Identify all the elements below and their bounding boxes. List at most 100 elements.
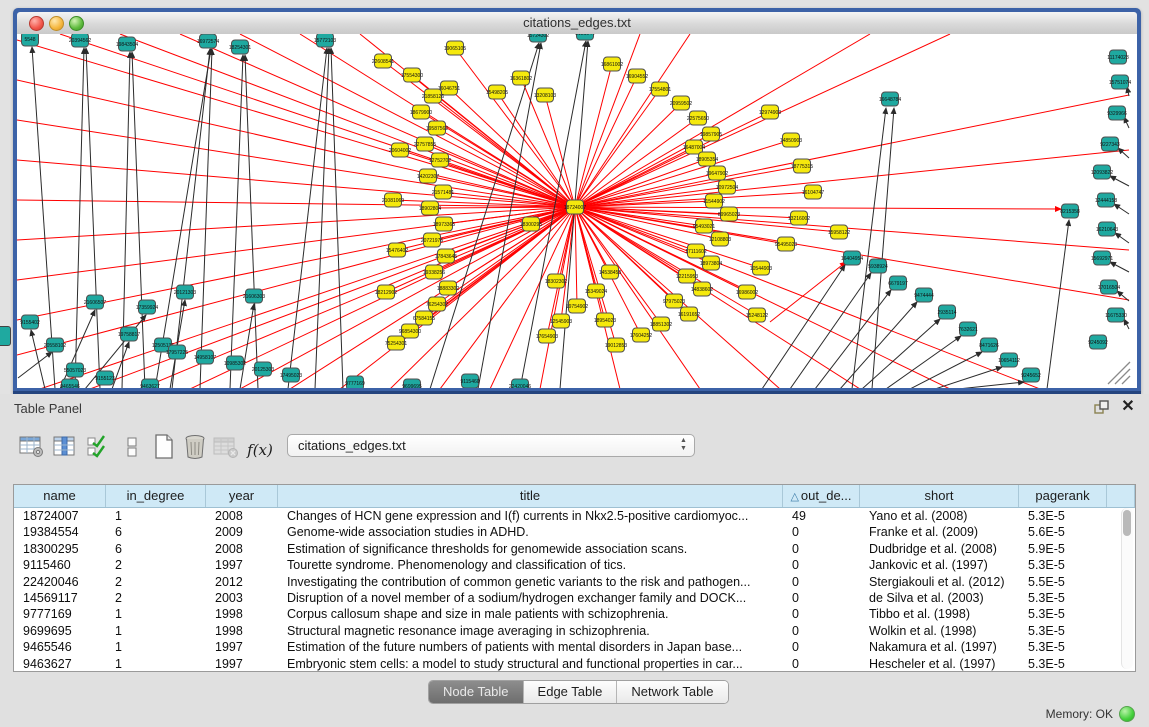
graph-node[interactable]: 21606303 <box>243 289 265 303</box>
graph-node[interactable]: 19012853 <box>605 338 627 352</box>
graph-node[interactable]: 22608541 <box>372 54 394 68</box>
table-row[interactable]: 946554611997Estimation of the future num… <box>14 639 1135 655</box>
graph-node[interactable]: 8215358 <box>1060 204 1080 218</box>
graph-node[interactable]: 20121303 <box>174 285 196 299</box>
graph-node[interactable]: 18954023 <box>594 313 616 327</box>
graph-node[interactable]: 9227343 <box>1100 137 1120 151</box>
graph-node[interactable]: 9245092 <box>1088 335 1108 349</box>
graph-node[interactable]: 21858126 <box>422 89 444 103</box>
graph-node[interactable]: 19758817 <box>118 327 140 341</box>
column-header-pagerank[interactable]: pagerank <box>1019 485 1107 507</box>
graph-node[interactable]: 17359924 <box>136 300 158 314</box>
graph-node[interactable]: 12974903 <box>759 105 781 119</box>
graph-node[interactable]: 19857905 <box>700 127 722 141</box>
graph-node[interactable]: 10654112 <box>998 353 1020 367</box>
table-row[interactable]: 911546021997Tourette syndrome. Phenomeno… <box>14 557 1135 573</box>
graph-node[interactable]: 19338256 <box>423 265 445 279</box>
graph-node[interactable]: 9115460 <box>460 374 479 388</box>
graph-node[interactable]: 67584155 <box>413 311 435 325</box>
graph-node[interactable]: 21606507 <box>84 295 106 309</box>
graph-node[interactable]: 9155402 <box>20 315 40 329</box>
table-scrollbar[interactable] <box>1121 508 1133 669</box>
graph-node[interactable]: 95493021 <box>693 219 715 233</box>
column-visibility-button[interactable] <box>51 432 79 462</box>
graph-node[interactable]: 11675330 <box>1105 308 1127 322</box>
table-row[interactable]: 1456911722003Disruption of a novel membe… <box>14 590 1135 606</box>
graph-node[interactable]: 9245652 <box>1021 368 1041 382</box>
graph-node[interactable]: 15751074 <box>1109 75 1131 89</box>
graph-node[interactable]: 12545903 <box>550 314 572 328</box>
graph-node[interactable]: 12444158 <box>1095 193 1117 207</box>
delete-table-button[interactable] <box>212 432 240 462</box>
delete-columns-button[interactable] <box>181 432 209 462</box>
graph-node[interactable]: 20394562 <box>69 34 91 47</box>
graph-node[interactable]: 12752702 <box>429 153 451 167</box>
graph-node[interactable]: 10544903 <box>750 261 772 275</box>
graph-node[interactable]: 15476402 <box>386 243 408 257</box>
graph-node[interactable]: 16861002 <box>601 57 623 71</box>
graph-node[interactable]: 10972504 <box>716 180 738 194</box>
graph-node[interactable]: 18775315 <box>791 159 813 173</box>
graph-node[interactable]: 11544902 <box>703 194 725 208</box>
graph-node[interactable]: 17843645 <box>435 249 457 263</box>
graph-node[interactable]: 16361802 <box>510 71 532 85</box>
new-column-button[interactable] <box>150 432 178 462</box>
graph-node[interactable]: 17554801 <box>649 82 671 96</box>
graph-node[interactable]: 76254302 <box>426 297 448 311</box>
graph-node[interactable]: 16210643 <box>1096 222 1118 236</box>
graph-node[interactable]: 17604252 <box>630 328 652 342</box>
graph-node[interactable]: 16648784 <box>879 92 901 106</box>
graph-node[interactable]: 75254301 <box>385 336 407 350</box>
graph-node[interactable]: 17957225 <box>166 345 188 359</box>
resize-grip[interactable] <box>1108 362 1130 384</box>
graph-node[interactable]: 97975023 <box>663 294 685 308</box>
graph-node[interactable]: 18902804 <box>419 201 441 215</box>
graph-node[interactable]: 15692971 <box>1091 251 1113 265</box>
select-all-button[interactable] <box>84 432 112 462</box>
table-row[interactable]: 977716911998Corpus callosum shape and si… <box>14 606 1135 622</box>
graph-node[interactable]: 16904552 <box>626 69 648 83</box>
graph-node[interactable]: 8471626 <box>979 338 999 352</box>
graph-node[interactable]: 14850903 <box>780 133 802 147</box>
graph-node[interactable]: 55057023 <box>64 363 86 377</box>
graph-node[interactable]: 19754902 <box>566 299 588 313</box>
graph-node[interactable]: 15248122 <box>746 308 768 322</box>
graph-node[interactable]: 19843504 <box>116 37 138 51</box>
column-header-out_de...[interactable]: △out_de... <box>783 485 860 507</box>
graph-node[interactable]: 14838602 <box>691 282 713 296</box>
graph-node[interactable]: 20125303 <box>252 362 274 376</box>
graph-node[interactable]: 21571481 <box>432 185 454 199</box>
table-row[interactable]: 969969511998Structural magnetic resonanc… <box>14 623 1135 639</box>
graph-node[interactable]: 13216002 <box>788 211 810 225</box>
graph-node[interactable]: 9699695 <box>402 379 422 388</box>
function-builder-button[interactable]: f(x) <box>246 435 274 465</box>
graph-node[interactable]: 8131044 <box>575 34 595 40</box>
graph-node[interactable]: 16404954 <box>841 251 863 265</box>
graph-node[interactable]: 95495023 <box>775 237 797 251</box>
table-scrollbar-thumb[interactable] <box>1123 510 1131 536</box>
column-header-short[interactable]: short <box>860 485 1019 507</box>
graph-node[interactable]: 17016504 <box>1098 280 1120 294</box>
graph-node[interactable]: 18254301 <box>229 40 251 54</box>
graph-node[interactable]: 21081069 <box>382 193 404 207</box>
graph-node[interactable]: 15772103 <box>314 34 336 47</box>
graph-node[interactable]: 12215953 <box>676 269 698 283</box>
graph-node[interactable]: 9329966 <box>1107 106 1127 120</box>
graph-node[interactable]: 20604002 <box>389 143 411 157</box>
graph-node[interactable]: 17495023 <box>280 368 302 382</box>
graph-node[interactable]: 22575650 <box>687 111 709 125</box>
table-row[interactable]: 946362711997Embryonic stem cells: a mode… <box>14 656 1135 672</box>
graph-node[interactable]: 5548 <box>22 34 39 46</box>
graph-node[interactable]: 17554300 <box>401 68 423 82</box>
table-selector-dropdown[interactable]: citations_edges.txt ▲▼ <box>287 434 695 457</box>
column-header-name[interactable]: name <box>14 485 106 507</box>
graph-node[interactable]: 18302302 <box>545 274 567 288</box>
graph-node[interactable]: 15724302 <box>527 34 549 42</box>
deselect-all-button[interactable] <box>118 432 146 462</box>
graph-node[interactable]: 18973365 <box>433 217 455 231</box>
graph-node[interactable]: 20721976 <box>421 233 443 247</box>
graph-node[interactable]: 9465546 <box>60 379 80 388</box>
graph-node[interactable]: 18883302 <box>437 281 459 295</box>
graph-node[interactable]: 6679197 <box>888 276 908 290</box>
graph-node[interactable]: 19587562 <box>426 121 448 135</box>
